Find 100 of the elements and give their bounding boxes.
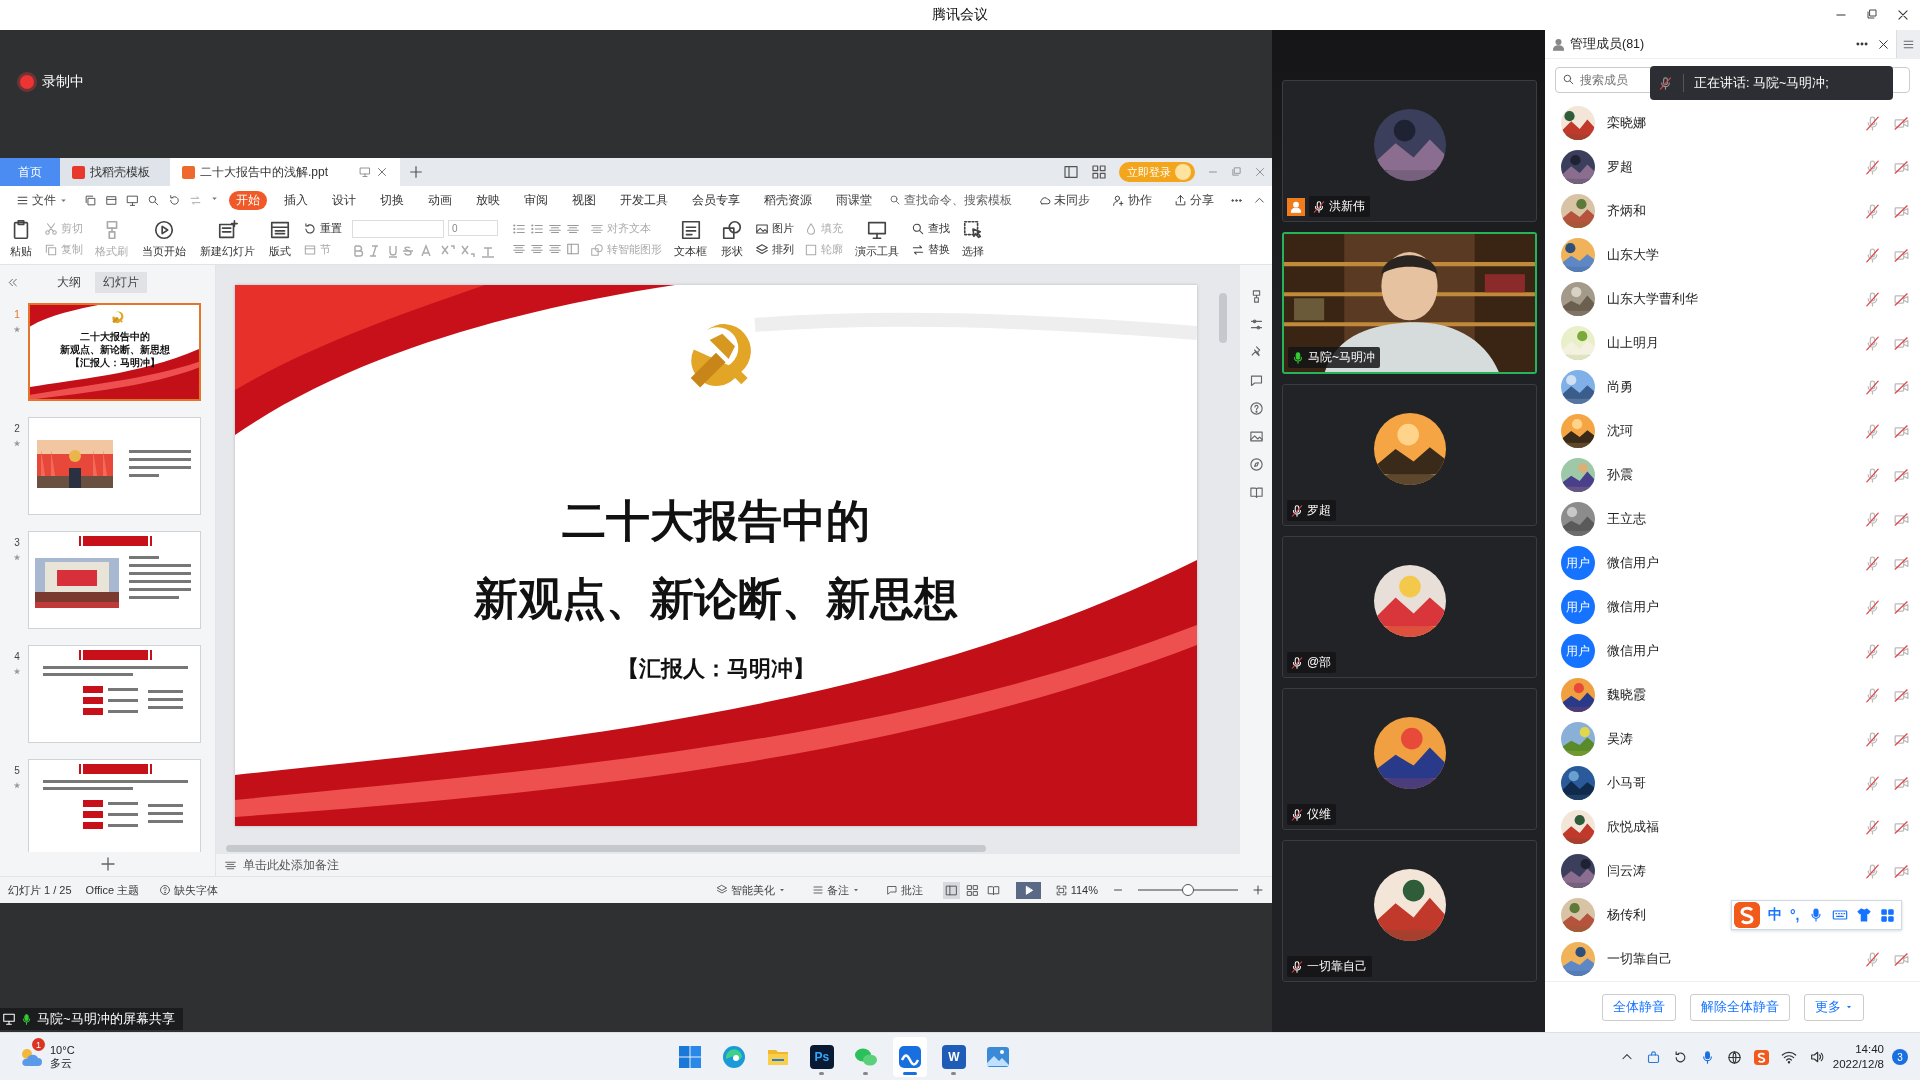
toolbar-button[interactable]: 重置 bbox=[303, 221, 342, 236]
video-tile[interactable]: @部 bbox=[1282, 536, 1537, 678]
sorter-icon[interactable] bbox=[1091, 164, 1107, 180]
help-icon[interactable] bbox=[1248, 401, 1264, 416]
camera-off-icon[interactable] bbox=[1893, 378, 1910, 396]
camera-off-icon[interactable] bbox=[1893, 202, 1910, 220]
member-name[interactable]: 栾晓娜 bbox=[1607, 114, 1852, 132]
panel-button[interactable]: 全体静音 bbox=[1601, 993, 1676, 1021]
action-button[interactable]: 协作 bbox=[1106, 191, 1158, 209]
member-name[interactable]: 微信用户 bbox=[1607, 642, 1852, 660]
mic-muted-icon[interactable] bbox=[1864, 642, 1881, 660]
panel-button[interactable]: 解除全体静音 bbox=[1689, 993, 1790, 1021]
chat-icon[interactable] bbox=[1248, 373, 1264, 388]
copy-icon[interactable] bbox=[84, 193, 97, 207]
mic-muted-icon[interactable] bbox=[1864, 334, 1881, 352]
taskbar-app[interactable] bbox=[892, 1037, 927, 1077]
mic-muted-icon[interactable] bbox=[1864, 554, 1881, 572]
camera-off-icon[interactable] bbox=[1893, 774, 1910, 792]
camera-off-icon[interactable] bbox=[1893, 114, 1910, 132]
input-mode[interactable]: 中 bbox=[1768, 906, 1782, 924]
toolbar-button[interactable]: 演示工具 bbox=[853, 219, 901, 259]
mic-muted-icon[interactable] bbox=[1864, 158, 1881, 176]
monitor-icon[interactable] bbox=[126, 193, 139, 207]
search-icon[interactable] bbox=[147, 193, 160, 207]
camera-off-icon[interactable] bbox=[1893, 422, 1910, 440]
menu-tab[interactable]: 会员专享 bbox=[685, 190, 747, 210]
slide-thumbnail[interactable] bbox=[28, 645, 201, 743]
camera-off-icon[interactable] bbox=[1893, 862, 1910, 880]
member-name[interactable]: 微信用户 bbox=[1607, 598, 1852, 616]
toolbar-button[interactable]: 排列 bbox=[755, 242, 794, 257]
font-field[interactable] bbox=[352, 220, 444, 238]
refresh-icon[interactable] bbox=[1672, 1049, 1688, 1065]
member-name[interactable]: 欣悦成福 bbox=[1607, 818, 1852, 836]
fit-icon[interactable] bbox=[1054, 883, 1068, 897]
wifi-icon[interactable] bbox=[1780, 1049, 1797, 1065]
action-button[interactable]: 分享 bbox=[1168, 191, 1220, 209]
camera-off-icon[interactable] bbox=[1893, 686, 1910, 704]
member-name[interactable]: 闫云涛 bbox=[1607, 862, 1852, 880]
mic-muted-icon[interactable] bbox=[1864, 950, 1881, 968]
toolbar-button[interactable]: 新建幻灯片 bbox=[198, 219, 257, 259]
mic-muted-icon[interactable] bbox=[1864, 114, 1881, 132]
plus-icon[interactable] bbox=[408, 164, 424, 180]
menu-button[interactable] bbox=[1896, 30, 1920, 58]
member-name[interactable]: 山上明月 bbox=[1607, 334, 1852, 352]
video-tile[interactable]: 洪新伟 bbox=[1282, 80, 1537, 222]
mic-muted-icon[interactable] bbox=[1864, 862, 1881, 880]
toolbar-button[interactable]: 选择 bbox=[960, 219, 986, 259]
slide-thumbnail[interactable]: 二十大报告中的 新观点、新论断、新思想 【汇报人：马明冲】 bbox=[28, 303, 201, 401]
mic-muted-icon[interactable] bbox=[1864, 510, 1881, 528]
camera-off-icon[interactable] bbox=[1893, 950, 1910, 968]
panel-icon[interactable] bbox=[105, 193, 118, 207]
member-name[interactable]: 罗超 bbox=[1607, 158, 1852, 176]
beautify-button[interactable]: 智能美化 bbox=[709, 881, 792, 899]
camera-off-icon[interactable] bbox=[1893, 730, 1910, 748]
menu-tab[interactable]: 视图 bbox=[565, 190, 603, 210]
camera-off-icon[interactable] bbox=[1893, 158, 1910, 176]
menu-tab[interactable]: 稻壳资源 bbox=[757, 190, 819, 210]
font-size-field[interactable]: 0 bbox=[448, 220, 498, 236]
menu-tab[interactable]: 开发工具 bbox=[613, 190, 675, 210]
mic-muted-icon[interactable] bbox=[1864, 774, 1881, 792]
taskbar-app[interactable]: Ps bbox=[804, 1037, 839, 1077]
keyboard-icon[interactable] bbox=[1831, 907, 1848, 923]
play-button[interactable] bbox=[1015, 881, 1041, 899]
member-name[interactable]: 孙震 bbox=[1607, 466, 1852, 484]
member-name[interactable]: 小马哥 bbox=[1607, 774, 1852, 792]
menu-tab[interactable]: 设计 bbox=[325, 190, 363, 210]
toolbar-button[interactable]: 当页开始 bbox=[140, 219, 188, 259]
video-tile[interactable]: 一切靠自己 bbox=[1282, 840, 1537, 982]
slide-thumbnail[interactable] bbox=[28, 417, 201, 515]
image-icon[interactable] bbox=[1248, 429, 1264, 444]
plus-icon[interactable] bbox=[98, 855, 117, 873]
menu-tab[interactable]: 切换 bbox=[373, 190, 411, 210]
punctuation-mode[interactable]: °, bbox=[1790, 907, 1800, 923]
toolbar-button[interactable]: 文本框 bbox=[672, 219, 709, 259]
member-name[interactable]: 沈珂 bbox=[1607, 422, 1852, 440]
restore-icon[interactable] bbox=[1866, 8, 1878, 20]
sliders-icon[interactable] bbox=[1248, 317, 1264, 332]
mic-muted-icon[interactable] bbox=[1864, 466, 1881, 484]
member-name[interactable]: 齐炳和 bbox=[1607, 202, 1852, 220]
close-icon[interactable] bbox=[1896, 8, 1910, 22]
app-logo-icon[interactable] bbox=[1753, 1049, 1769, 1065]
clock[interactable]: 14:40 2022/12/8 bbox=[1832, 1042, 1884, 1072]
action-button[interactable]: 未同步 bbox=[1032, 191, 1096, 209]
slide-thumbnail[interactable] bbox=[28, 531, 201, 629]
camera-off-icon[interactable] bbox=[1893, 598, 1910, 616]
toolbar-button[interactable]: 形状 bbox=[719, 219, 745, 259]
grid-icon[interactable] bbox=[1879, 907, 1895, 923]
globe-icon[interactable] bbox=[1726, 1049, 1742, 1065]
notes-placeholder[interactable]: 单击此处添加备注 bbox=[243, 857, 339, 873]
tab[interactable]: 找稻壳模板 bbox=[60, 158, 170, 186]
mic-muted-icon[interactable] bbox=[1864, 290, 1881, 308]
slide-thumbnail[interactable] bbox=[28, 759, 201, 852]
mic-muted-icon[interactable] bbox=[1864, 422, 1881, 440]
columns-icon[interactable] bbox=[1063, 164, 1079, 180]
menu-tab[interactable]: 放映 bbox=[469, 190, 507, 210]
member-name[interactable]: 尚勇 bbox=[1607, 378, 1852, 396]
zoom-level[interactable]: 114% bbox=[1070, 884, 1098, 896]
member-name[interactable]: 山东大学 bbox=[1607, 246, 1852, 264]
plus-icon[interactable] bbox=[1252, 884, 1264, 896]
member-name[interactable]: 魏晓霞 bbox=[1607, 686, 1852, 704]
